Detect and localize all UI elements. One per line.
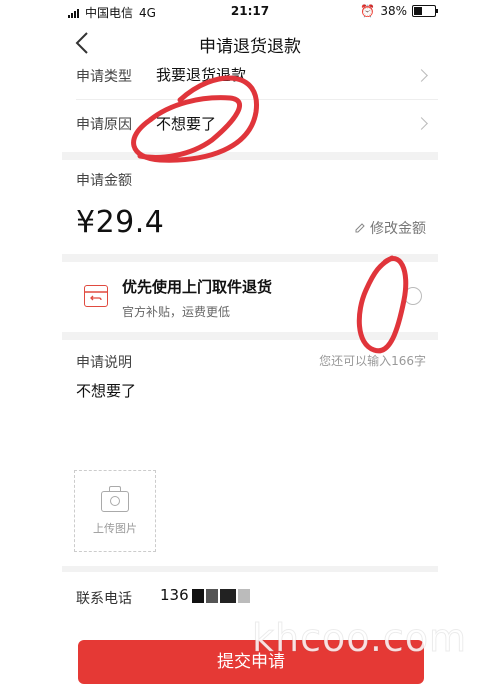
amount-label: 申请金额: [76, 173, 132, 189]
divider: [76, 99, 438, 100]
phone-label: 联系电话: [76, 591, 132, 607]
description-input[interactable]: 不想要了: [76, 380, 136, 401]
apply-reason-value: 不想要了: [156, 115, 217, 133]
page-title: 申请退货退款: [199, 37, 301, 57]
section-divider: [62, 152, 438, 160]
edit-amount-label: 修改金额: [370, 221, 426, 237]
phone-input[interactable]: 136: [160, 586, 189, 604]
chevron-right-icon: [415, 117, 428, 130]
status-right: ⏰ 38%: [360, 4, 438, 18]
battery-percent: 38%: [380, 4, 407, 18]
redaction-mark: [206, 589, 218, 603]
apply-type-label: 申请类型: [76, 69, 132, 85]
section-divider: [62, 254, 438, 262]
redaction-mark: [238, 589, 250, 603]
status-bar: 中国电信 4G 21:17 ⏰ 38%: [0, 0, 500, 24]
apply-type-row[interactable]: 申请类型 我要退货退款: [76, 66, 428, 90]
section-divider: [62, 566, 438, 572]
apply-reason-label: 申请原因: [76, 117, 132, 133]
nav-bar: 申请退货退款: [0, 24, 500, 62]
apply-reason-row[interactable]: 申请原因 不想要了: [76, 114, 428, 138]
pencil-icon: [355, 223, 365, 233]
watermark: khcoo.com: [251, 616, 468, 661]
description-char-hint: 您还可以输入166字: [319, 354, 426, 368]
edit-amount-button[interactable]: 修改金额: [354, 218, 426, 238]
redaction-mark: [220, 589, 236, 603]
upload-image-button[interactable]: 上传图片: [74, 470, 156, 552]
section-divider: [62, 332, 438, 340]
chevron-right-icon: [415, 69, 428, 82]
pickup-radio[interactable]: [404, 287, 422, 305]
pickup-subtitle: 官方补贴，运费更低: [122, 305, 231, 319]
apply-info-card: 申请类型 我要退货退款 申请原因 不想要了: [62, 62, 438, 152]
return-box-icon: [84, 285, 108, 307]
camera-icon: [101, 486, 129, 512]
pickup-title: 优先使用上门取件退货: [122, 278, 273, 296]
apply-type-value: 我要退货退款: [156, 66, 247, 84]
amount-value: ¥29.4: [76, 205, 165, 240]
battery-icon: [412, 5, 438, 17]
description-label: 申请说明: [76, 355, 132, 371]
upload-label: 上传图片: [93, 522, 137, 535]
redaction-mark: [192, 589, 204, 603]
alarm-icon: ⏰: [360, 4, 376, 18]
